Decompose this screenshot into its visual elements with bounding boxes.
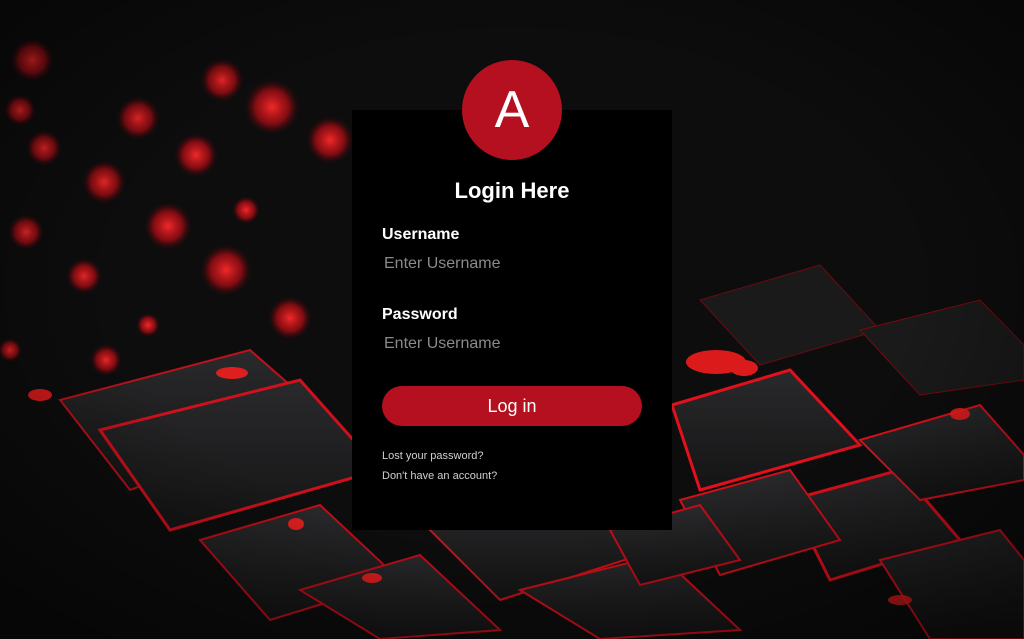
login-panel: Login Here Username Password Log in Lost… bbox=[352, 110, 672, 530]
avatar-letter: A bbox=[494, 81, 530, 139]
lost-password-link[interactable]: Lost your password? bbox=[382, 450, 484, 462]
password-input[interactable] bbox=[382, 330, 642, 358]
login-page: A Login Here Username Password Log in Lo… bbox=[0, 0, 1024, 639]
username-input[interactable] bbox=[382, 250, 642, 278]
login-button[interactable]: Log in bbox=[382, 386, 642, 426]
username-label: Username bbox=[382, 226, 460, 243]
password-label: Password bbox=[382, 306, 458, 323]
no-account-link[interactable]: Don't have an account? bbox=[382, 470, 497, 482]
avatar: A bbox=[462, 60, 562, 160]
login-title: Login Here bbox=[454, 178, 570, 203]
